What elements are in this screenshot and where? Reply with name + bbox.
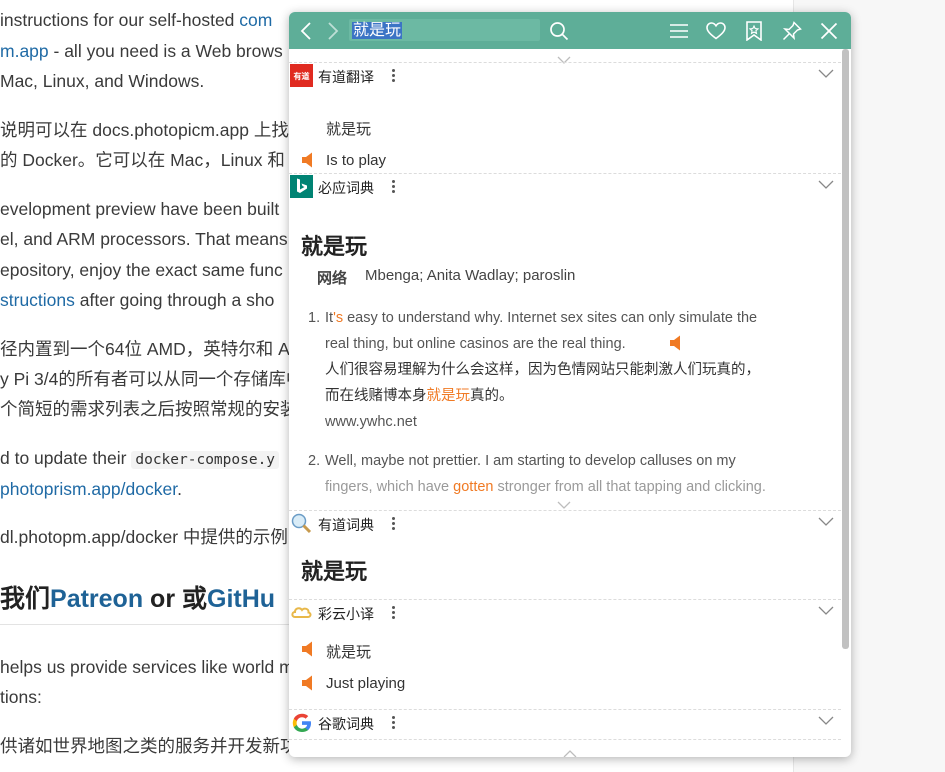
article-line: evelopment preview have been built (0, 199, 280, 219)
speaker-icon[interactable] (301, 641, 315, 657)
svg-text:有道: 有道 (294, 71, 310, 81)
article-line: d to update their docker-compose.y (0, 446, 280, 472)
source-text: 就是玩 (326, 644, 372, 661)
section-header-caiyun[interactable]: 彩云小译 (289, 599, 841, 625)
section-title: 有道翻译 (318, 69, 374, 85)
bing-logo-icon (290, 175, 313, 198)
section-title: 有道词典 (318, 517, 374, 533)
section-header-youdao-dict[interactable]: 有道词典 (289, 510, 841, 536)
section-title: 彩云小译 (318, 606, 374, 622)
source-text: 就是玩 (326, 121, 372, 138)
example-source[interactable]: www.ywhc.net (325, 409, 417, 435)
more-options-icon[interactable] (387, 513, 399, 533)
headword: 就是玩 (301, 234, 368, 259)
example-number: 2. (308, 453, 321, 469)
google-logo-icon (290, 711, 313, 734)
example-sentence-en: real thing, but online casinos are the r… (325, 336, 626, 352)
web-definition-label: 网络 (317, 270, 348, 287)
heart-icon[interactable] (702, 17, 730, 45)
article-line: 个简短的需求列表之后按照常规的安装 (0, 399, 298, 419)
section-divider (289, 739, 841, 740)
headword: 就是玩 (301, 559, 368, 584)
example-sentence-zh: 而在线赌博本身就是玩真的。 (325, 388, 514, 404)
section-title: 谷歌词典 (318, 716, 374, 732)
popup-toolbar: 就是玩 (289, 12, 851, 49)
search-selected-text: 就是玩 (352, 22, 403, 39)
article-line: instructions for our self-hosted com (0, 10, 273, 30)
article-line: photoprism.app/docker. (0, 479, 182, 499)
example-sentence-zh: 人们很容易理解为什么会这样，因为色情网站只能刺激人们玩真的， (325, 362, 760, 378)
speaker-icon[interactable] (301, 152, 315, 168)
speaker-icon[interactable] (301, 675, 315, 691)
pin-icon[interactable] (778, 17, 806, 45)
caiyun-logo-icon (290, 601, 313, 624)
example-sentence-en: Well, maybe not prettier. I am starting … (325, 453, 736, 469)
article-line: dl.photopm.app/docker 中提供的示例 (0, 527, 288, 547)
section-header-bing[interactable]: 必应词典 (289, 173, 841, 199)
example-sentence-en: It's easy to understand why. Internet se… (325, 310, 758, 326)
article-line: el, and ARM processors. That means (0, 229, 288, 249)
close-icon[interactable] (815, 17, 843, 45)
youdao-dict-logo-icon (290, 512, 313, 535)
chevron-down-icon[interactable] (817, 177, 837, 195)
inline-code: docker-compose.y (131, 451, 280, 469)
section-header-youdao-fanyi[interactable]: 有道 有道翻译 (289, 62, 841, 88)
article-line: epository, enjoy the exact same func (0, 260, 283, 280)
article-line: helps us provide services like world m (0, 657, 294, 677)
chevron-down-icon[interactable] (817, 514, 837, 532)
example-number: 1. (308, 310, 321, 326)
menu-icon[interactable] (665, 17, 693, 45)
article-line: 供诸如世界地图之类的服务并开发新功 (0, 736, 298, 756)
more-options-icon[interactable] (387, 65, 399, 85)
more-options-icon[interactable] (387, 712, 399, 732)
chevron-down-icon[interactable] (817, 66, 837, 84)
youdao-fanyi-logo-icon: 有道 (290, 64, 313, 87)
article-line: 径内置到一个64位 AMD，英特尔和 AR (0, 339, 303, 359)
chevron-left-icon[interactable] (292, 17, 320, 45)
article-line: 的 Docker。它可以在 Mac，Linux 和 (0, 150, 285, 170)
more-options-icon[interactable] (387, 602, 399, 622)
example-sentence-en: fingers, which have gotten stronger from… (325, 479, 766, 495)
more-options-icon[interactable] (387, 176, 399, 196)
chevron-down-icon[interactable] (817, 603, 837, 621)
article-line: 说明可以在 docs.photopicm.app 上找到 (0, 120, 307, 140)
article-link[interactable]: m.app (0, 41, 49, 61)
github-link[interactable]: GitHu (207, 585, 275, 613)
article-line: m.app - all you need is a Web brows (0, 41, 283, 61)
chevron-right-icon[interactable] (319, 17, 347, 45)
popup-content[interactable]: 有道 有道翻译 就是玩 Is to play 必应词典 就是玩 网络 Mbeng… (289, 49, 851, 749)
speaker-icon[interactable] (669, 335, 683, 351)
article-link[interactable]: com (239, 10, 272, 30)
article-link[interactable]: structions (0, 290, 75, 310)
section-title: 必应词典 (318, 180, 374, 196)
heading-divider (0, 624, 300, 625)
popup-scrollbar[interactable] (842, 49, 849, 649)
section-heading: 我们Patreon or 或GitHu (0, 585, 276, 613)
section-header-google[interactable]: 谷歌词典 (289, 709, 841, 735)
article-link[interactable]: photoprism.app/docker (0, 479, 177, 499)
article-line: tions: (0, 687, 42, 707)
scroll-to-top-icon[interactable] (563, 745, 577, 757)
chevron-down-icon[interactable] (817, 713, 837, 731)
article-line: y Pi 3/4的所有者可以从同一个存储库中 (0, 369, 304, 389)
article-line: Mac, Linux, and Windows. (0, 71, 205, 91)
bookmark-icon[interactable] (740, 17, 768, 45)
translation-text: Is to play (326, 152, 387, 169)
article-line: structions after going through a sho (0, 290, 275, 310)
translation-text: Just playing (326, 675, 406, 692)
search-box[interactable]: 就是玩 (349, 19, 540, 41)
search-icon[interactable] (545, 17, 573, 45)
patreon-link[interactable]: Patreon (50, 585, 143, 613)
web-definition-value: Mbenga; Anita Wadlay; paroslin (365, 267, 576, 284)
dictionary-popup: 就是玩 有道 有道翻译 (289, 12, 851, 757)
